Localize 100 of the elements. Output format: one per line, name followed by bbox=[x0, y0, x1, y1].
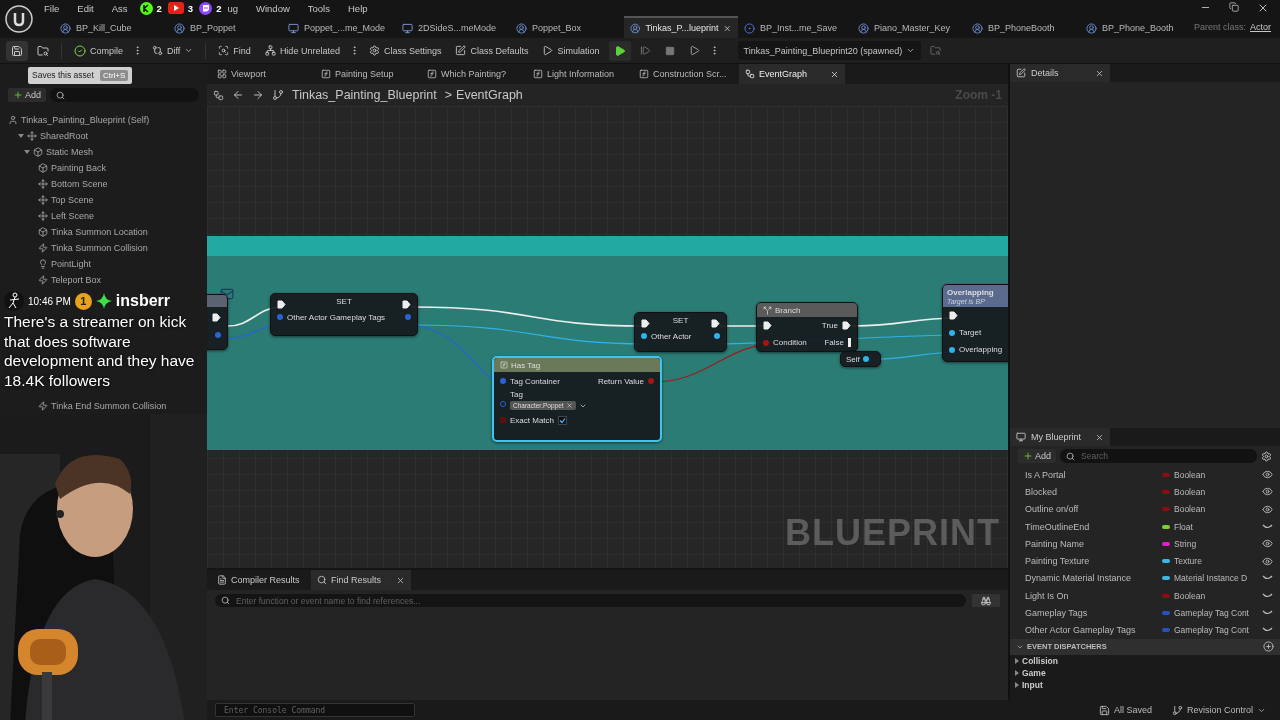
panel-tab[interactable]: My Blueprint bbox=[1010, 428, 1110, 446]
console-bar[interactable]: Enter Console Command bbox=[215, 703, 415, 717]
component-label[interactable]: SharedRoot bbox=[40, 131, 89, 141]
menu-item[interactable]: Edit bbox=[77, 2, 94, 14]
panel-tab[interactable]: Compiler Results bbox=[211, 570, 311, 590]
category-label[interactable]: Collision bbox=[1022, 655, 1058, 666]
variable-name[interactable]: Blocked bbox=[1025, 486, 1162, 497]
document-tab[interactable]: BP_Phone_Booth bbox=[1080, 16, 1194, 38]
graph-icon[interactable] bbox=[213, 89, 224, 101]
eye-closed-icon[interactable] bbox=[1262, 523, 1273, 530]
variable-name[interactable]: Light Is On bbox=[1025, 590, 1162, 601]
variable-type[interactable]: Material Instance D bbox=[1174, 573, 1248, 584]
breadcrumb-graph[interactable]: EventGraph bbox=[456, 88, 523, 102]
graph-tab[interactable]: EventGraph bbox=[739, 64, 845, 84]
search-field[interactable] bbox=[50, 88, 199, 102]
graph-tab[interactable]: Construction Scr... bbox=[633, 64, 739, 84]
find-button[interactable]: Find bbox=[213, 40, 256, 61]
close-icon[interactable] bbox=[1095, 432, 1104, 442]
component-label[interactable]: Tinka Summon Location bbox=[51, 227, 148, 237]
variable-name[interactable]: TimeOutlineEnd bbox=[1025, 521, 1162, 532]
find-button[interactable] bbox=[972, 594, 1000, 607]
back-icon[interactable] bbox=[232, 89, 244, 101]
variable-name[interactable]: Outline on/off bbox=[1025, 504, 1162, 515]
eye-icon[interactable] bbox=[1262, 538, 1273, 550]
close-icon[interactable] bbox=[396, 575, 405, 585]
variable-type[interactable]: Float bbox=[1174, 521, 1193, 532]
set-node[interactable]: SET Other Actor Gameplay Tags bbox=[270, 293, 418, 336]
menu-item[interactable]: ug bbox=[227, 2, 238, 14]
variable-name[interactable]: Painting Texture bbox=[1025, 556, 1162, 567]
revision-control-button[interactable]: Revision Control bbox=[1165, 703, 1272, 717]
component-label[interactable]: Top Scene bbox=[51, 195, 94, 205]
branch-node[interactable]: Branch True Condition False bbox=[756, 302, 858, 352]
variable-type[interactable]: Texture bbox=[1174, 556, 1202, 567]
menu-item[interactable]: Tools bbox=[307, 2, 330, 14]
restore-icon[interactable] bbox=[1229, 2, 1240, 12]
expand-arrow-icon[interactable] bbox=[24, 149, 30, 155]
settings-icon[interactable] bbox=[1261, 450, 1272, 462]
forward-icon[interactable] bbox=[252, 89, 264, 101]
search-bar[interactable]: Search bbox=[1060, 449, 1257, 463]
eye-icon[interactable] bbox=[1262, 503, 1273, 515]
graph-tab[interactable]: Light Information bbox=[527, 64, 633, 84]
variable-type[interactable]: Boolean bbox=[1174, 469, 1206, 480]
graph-tab[interactable]: Painting Setup bbox=[315, 64, 421, 84]
eye-icon[interactable] bbox=[1262, 469, 1273, 481]
document-tab[interactable]: BP_PhoneBooth bbox=[966, 16, 1080, 38]
graph-tab[interactable]: Which Painting? bbox=[421, 64, 527, 84]
variable-name[interactable]: Dynamic Material Instance bbox=[1025, 573, 1162, 584]
category-label[interactable]: Input bbox=[1022, 679, 1043, 690]
panel-tab[interactable]: Details bbox=[1010, 64, 1110, 82]
self-node[interactable]: Self bbox=[840, 351, 881, 367]
eye-icon[interactable] bbox=[1262, 555, 1273, 567]
eye-closed-icon[interactable] bbox=[1262, 575, 1273, 582]
document-tab[interactable]: Tinkas_P...lueprint bbox=[624, 16, 738, 38]
diff-button[interactable]: Diff bbox=[147, 40, 199, 61]
eye-closed-icon[interactable] bbox=[1262, 592, 1273, 599]
document-tab[interactable]: BP_Kill_Cube bbox=[54, 16, 168, 38]
close-icon[interactable] bbox=[1095, 68, 1104, 78]
add-icon[interactable] bbox=[1263, 641, 1274, 653]
document-tab[interactable]: BP_Poppet bbox=[168, 16, 282, 38]
variable-name[interactable]: Painting Name bbox=[1025, 538, 1162, 549]
graph-tab[interactable]: Viewport bbox=[211, 64, 315, 84]
close-icon[interactable] bbox=[723, 23, 732, 33]
variable-type[interactable]: Gameplay Tag Cont bbox=[1174, 625, 1249, 636]
panel-tab[interactable]: Find Results bbox=[311, 570, 411, 590]
hide-unrelated-button[interactable]: Hide Unrelated bbox=[259, 40, 345, 61]
add-button[interactable]: Add bbox=[1018, 449, 1056, 463]
variable-type[interactable]: Boolean bbox=[1174, 590, 1206, 601]
document-tab[interactable]: BP_Inst...me_Save bbox=[738, 16, 852, 38]
component-label[interactable]: PointLight bbox=[51, 259, 92, 269]
set-node[interactable]: SET Other Actor bbox=[634, 312, 727, 352]
class-defaults-button[interactable]: Class Defaults bbox=[450, 40, 534, 61]
console-field[interactable]: Enter Console Command bbox=[222, 704, 408, 716]
save-button[interactable] bbox=[6, 40, 28, 61]
save-status-button[interactable]: All Saved bbox=[1092, 703, 1158, 717]
eye-icon[interactable] bbox=[1262, 486, 1273, 498]
component-label[interactable]: Painting Back bbox=[51, 163, 107, 173]
parent-class-link[interactable]: Actor bbox=[1250, 22, 1272, 32]
add-button[interactable]: Add bbox=[8, 88, 46, 102]
component-label[interactable]: Teleport Box bbox=[51, 275, 102, 285]
menu-item[interactable]: File bbox=[44, 2, 60, 14]
play-button[interactable] bbox=[608, 40, 631, 61]
document-tab[interactable]: Piano_Master_Key bbox=[852, 16, 966, 38]
variable-type[interactable]: Gameplay Tag Cont bbox=[1174, 608, 1249, 618]
eye-closed-icon[interactable] bbox=[1262, 610, 1273, 616]
compile-button[interactable]: Compile bbox=[69, 40, 128, 61]
simulation-button[interactable]: Simulation bbox=[537, 40, 605, 61]
document-tab[interactable]: 2DSideS...meMode bbox=[396, 16, 510, 38]
menu-item[interactable]: Ass bbox=[111, 2, 128, 14]
document-tab[interactable]: Poppet_...me_Mode bbox=[282, 16, 396, 38]
component-label[interactable]: Tinka Summon Collision bbox=[51, 243, 148, 253]
breadcrumb-blueprint[interactable]: Tinkas_Painting_Blueprint bbox=[292, 88, 437, 102]
variable-type[interactable]: String bbox=[1174, 538, 1197, 549]
search-field[interactable]: Search bbox=[1079, 450, 1251, 462]
menu-item[interactable]: Window bbox=[256, 2, 290, 14]
component-label[interactable]: Tinka End Summon Collision bbox=[51, 401, 167, 411]
variable-name[interactable]: Gameplay Tags bbox=[1025, 608, 1162, 618]
variable-type[interactable]: Boolean bbox=[1174, 486, 1206, 497]
close-icon[interactable] bbox=[830, 69, 839, 79]
document-tab[interactable]: Poppet_Box bbox=[510, 16, 624, 38]
debug-object-dropdown[interactable]: Tinkas_Painting_Blueprint20 (spawned) bbox=[737, 41, 922, 60]
